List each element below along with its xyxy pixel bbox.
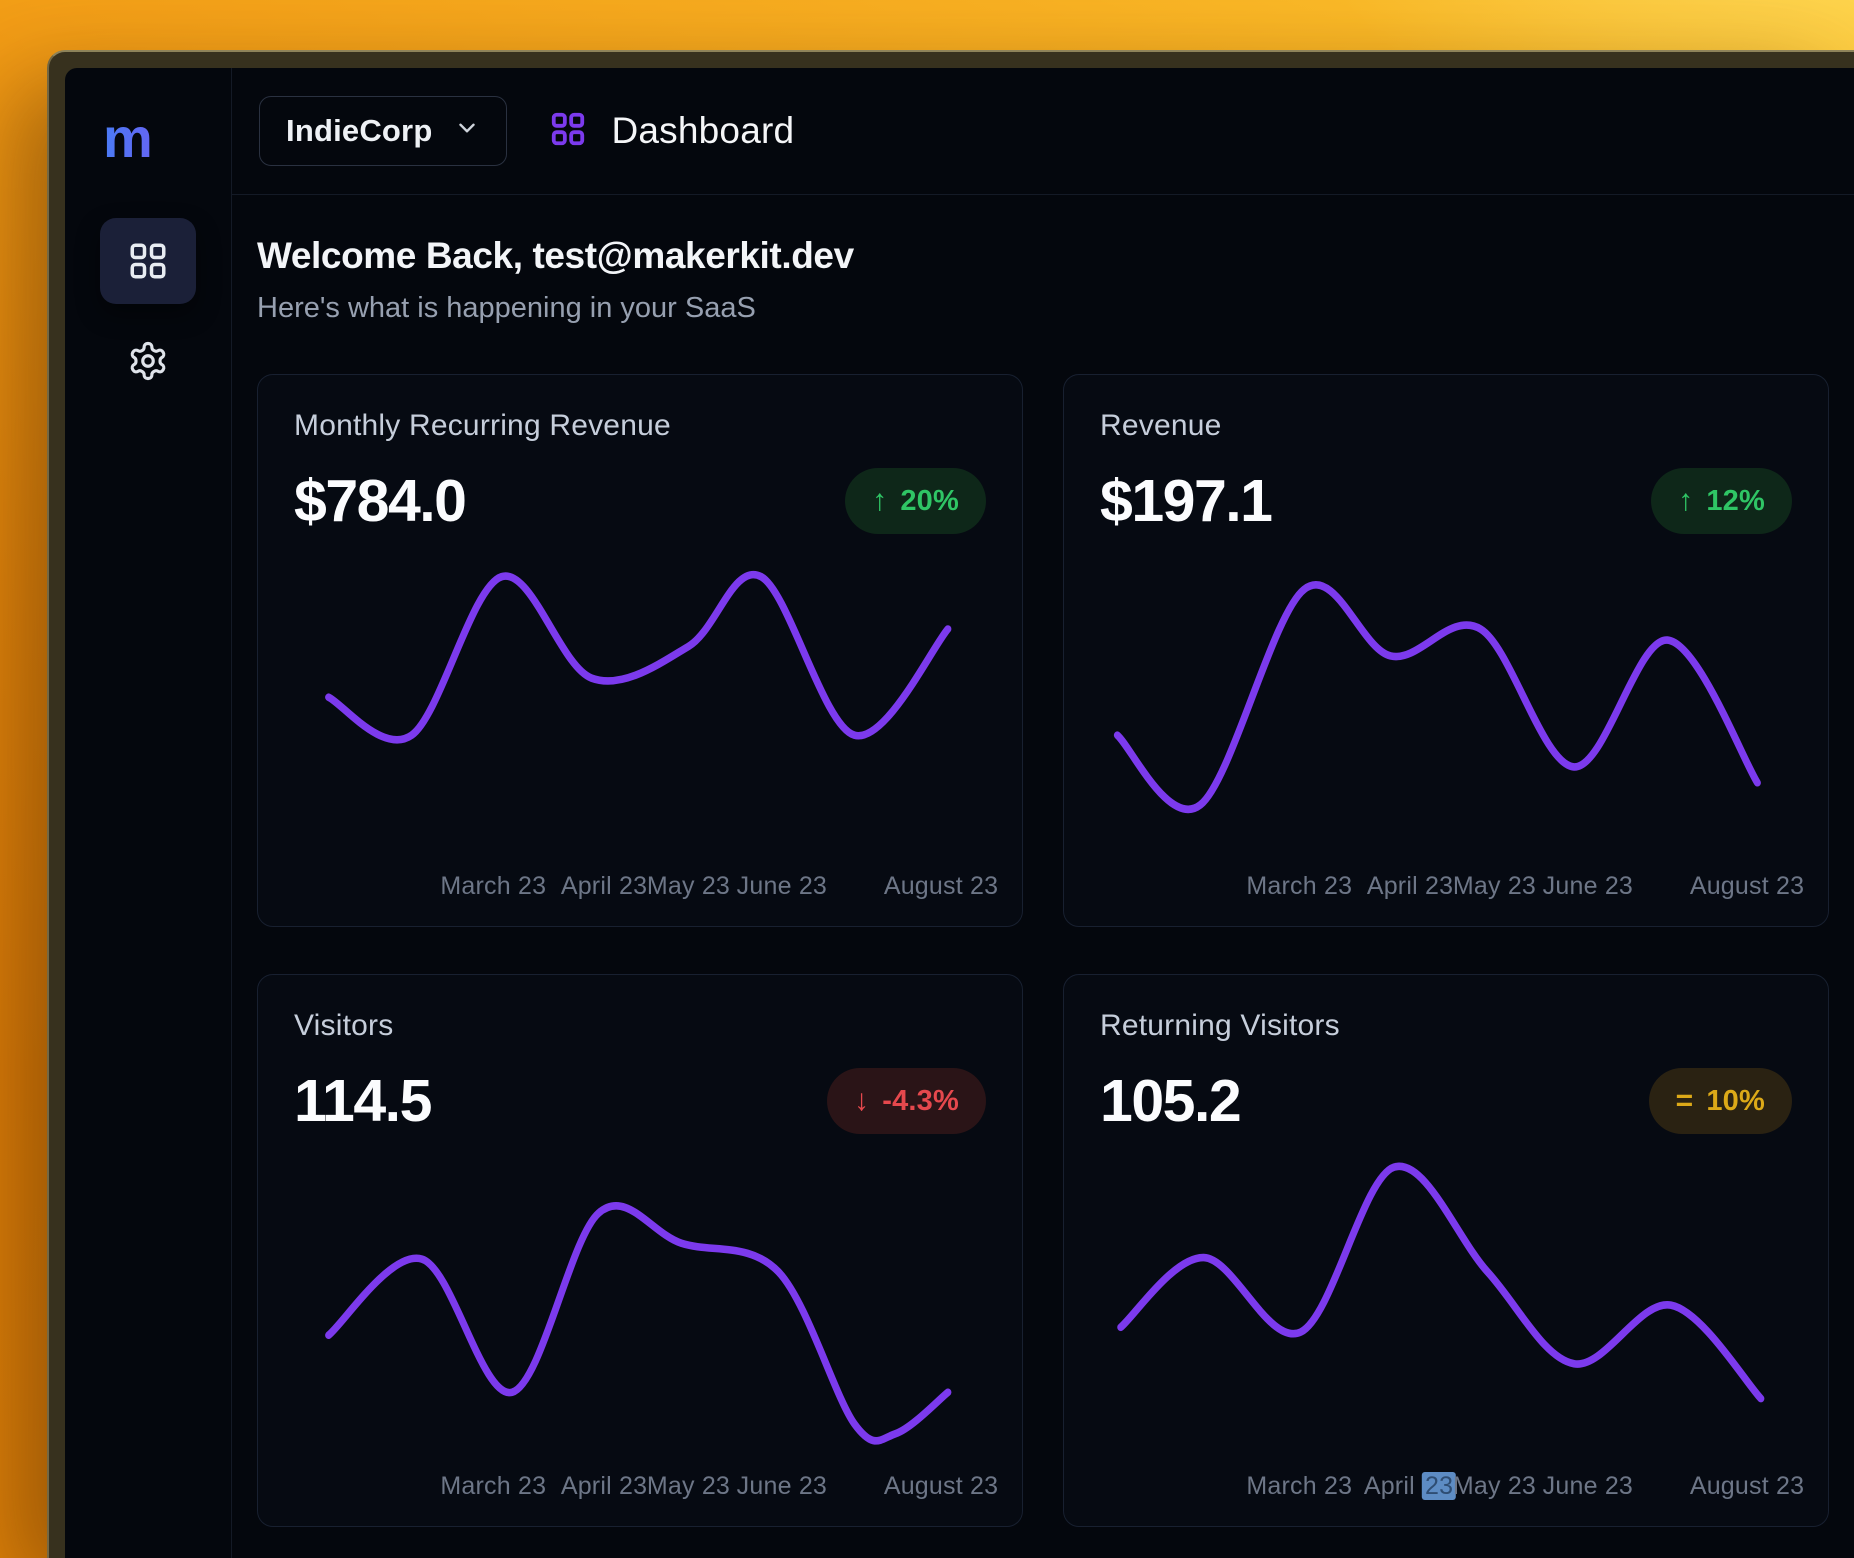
x-axis-tick: August 23 (884, 1472, 998, 1501)
x-axis-tick: June 23 (1543, 1472, 1633, 1501)
x-axis-ticks: March 23April 23May 23June 23August 23 (1100, 868, 1792, 904)
card-value-row: $784.0 ↑ 20% (294, 467, 986, 535)
x-axis-tick: June 23 (737, 872, 827, 901)
card-value-row: $197.1 ↑ 12% (1100, 467, 1792, 535)
welcome-subtitle: Here's what is happening in your SaaS (257, 290, 1826, 326)
sidebar-nav (65, 218, 231, 382)
line-chart (294, 545, 986, 862)
x-axis-tick: August 23 (884, 872, 998, 901)
trend-badge: ↑ 12% (1651, 468, 1792, 534)
trend-label: -4.3% (882, 1085, 959, 1118)
trend-label: 12% (1706, 485, 1765, 518)
arrow-up-icon: ↑ (1678, 486, 1693, 516)
card-value: $197.1 (1100, 467, 1271, 535)
card-value-row: 105.2 = 10% (1100, 1067, 1792, 1135)
card-title: Revenue (1100, 409, 1792, 443)
card-title: Returning Visitors (1100, 1009, 1792, 1043)
equals-icon: = (1676, 1086, 1694, 1116)
card-title: Monthly Recurring Revenue (294, 409, 986, 443)
card-value: $784.0 (294, 467, 465, 535)
dashboard-grid-icon (549, 110, 587, 153)
x-axis-tick: May 23 (1453, 1472, 1536, 1501)
sidebar-item-settings[interactable] (127, 340, 169, 382)
x-axis-tick: April 23 (1364, 1472, 1456, 1501)
metric-card-revenue: Revenue $197.1 ↑ 12% March 23 April 23May… (1063, 374, 1829, 927)
topbar: IndieCorp Dashboard (232, 68, 1854, 195)
settings-gear-icon (127, 340, 169, 382)
x-axis-tick: March 23 (1246, 872, 1352, 901)
app-window: m (47, 50, 1854, 1558)
x-axis-tick: April 23 (1367, 872, 1453, 901)
card-value: 114.5 (294, 1067, 431, 1135)
line-chart (294, 1145, 986, 1462)
organization-selector[interactable]: IndieCorp (259, 96, 507, 166)
metric-card-visitors: Visitors 114.5 ↓ -4.3% March 23 April 23M… (257, 974, 1023, 1527)
x-axis-tick: April 23 (561, 1472, 647, 1501)
trend-badge: = 10% (1649, 1068, 1792, 1134)
arrow-up-icon: ↑ (872, 486, 887, 516)
organization-name: IndieCorp (286, 113, 432, 149)
metric-cards-grid: Monthly Recurring Revenue $784.0 ↑ 20% M… (257, 374, 1826, 1527)
x-axis-tick: May 23 (647, 1472, 730, 1501)
trend-badge: ↓ -4.3% (827, 1068, 986, 1134)
trend-label: 20% (900, 485, 959, 518)
x-axis-tick: August 23 (1690, 872, 1804, 901)
chevron-down-icon (454, 113, 480, 149)
app-surface: m (65, 68, 1854, 1558)
arrow-down-icon: ↓ (854, 1086, 869, 1116)
main-column: IndieCorp Dashboard (232, 68, 1854, 1558)
sidebar: m (65, 68, 232, 1558)
metric-card-mrr: Monthly Recurring Revenue $784.0 ↑ 20% M… (257, 374, 1023, 927)
page-title: Dashboard (611, 110, 794, 152)
card-value: 105.2 (1100, 1067, 1240, 1135)
trend-badge: ↑ 20% (845, 468, 986, 534)
x-axis-tick: March 23 (440, 872, 546, 901)
x-axis-tick: June 23 (1543, 872, 1633, 901)
dashboard-grid-icon (127, 240, 169, 282)
x-axis-tick: March 23 (440, 1472, 546, 1501)
card-value-row: 114.5 ↓ -4.3% (294, 1067, 986, 1135)
x-axis-ticks: March 23April 23May 23June 23August 23 (294, 868, 986, 904)
x-axis-tick: May 23 (647, 872, 730, 901)
makerkit-logo: m (103, 110, 231, 166)
x-axis-ticks: March 23April 23May 23June 23August 23 (1100, 1468, 1792, 1504)
dashboard-content: Welcome Back, test@makerkit.dev Here's w… (232, 195, 1854, 1558)
x-axis-tick: August 23 (1690, 1472, 1804, 1501)
trend-label: 10% (1706, 1085, 1765, 1118)
desktop-wallpaper: m (0, 0, 1854, 1558)
line-chart (1100, 1145, 1792, 1462)
x-axis-ticks: March 23April 23May 23June 23August 23 (294, 1468, 986, 1504)
line-chart (1100, 545, 1792, 862)
x-axis-tick: April 23 (561, 872, 647, 901)
selected-text-highlight: 23 (1422, 1472, 1456, 1500)
card-title: Visitors (294, 1009, 986, 1043)
sidebar-item-dashboard[interactable] (100, 218, 196, 304)
x-axis-tick: May 23 (1453, 872, 1536, 901)
x-axis-tick: March 23 (1246, 1472, 1352, 1501)
breadcrumb: Dashboard (549, 110, 794, 153)
welcome-heading: Welcome Back, test@makerkit.dev (257, 234, 1826, 278)
x-axis-tick: June 23 (737, 1472, 827, 1501)
metric-card-returning-visitors: Returning Visitors 105.2 = 10% March 23 A… (1063, 974, 1829, 1527)
